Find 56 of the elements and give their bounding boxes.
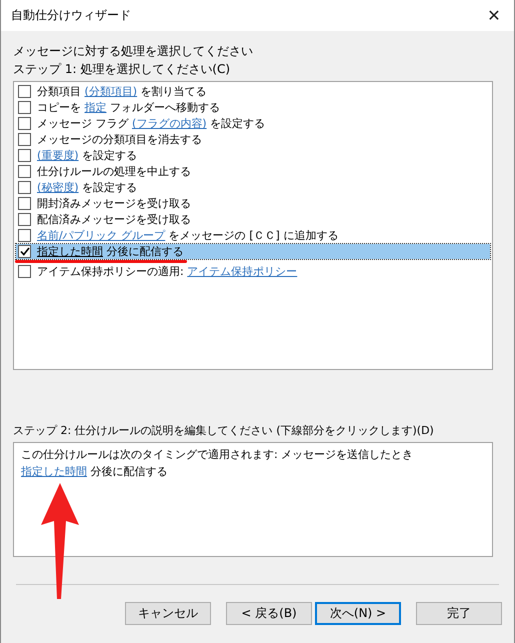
text-link[interactable]: 指定	[84, 101, 106, 114]
checkbox[interactable]	[18, 245, 31, 258]
window-title: 自動仕分けウィザード	[11, 7, 131, 24]
checkbox[interactable]	[18, 181, 31, 194]
step-label: ステップ 2: 仕分けルールの説明を編集してください (下線部分をクリックします)(D)	[13, 423, 435, 439]
dialog-button[interactable]: 次へ(N) >	[315, 602, 401, 625]
action-item[interactable]: (重要度) を設定する	[16, 148, 490, 163]
action-label: (秘密度) を設定する	[37, 180, 138, 195]
text-link[interactable]: (分類項目)	[84, 85, 138, 98]
action-label: メッセージ フラグ (フラグの内容) を設定する	[37, 116, 266, 131]
action-item[interactable]: 指定した時間 分後に配信する	[16, 244, 490, 259]
checkbox[interactable]	[18, 265, 31, 278]
checkbox[interactable]	[18, 101, 31, 114]
action-label: 開封済みメッセージを受け取る	[37, 196, 191, 211]
text-link[interactable]: (フラグの内容)	[132, 117, 207, 130]
action-item[interactable]: メッセージ フラグ (フラグの内容) を設定する	[16, 116, 490, 131]
checkbox[interactable]	[18, 197, 31, 210]
action-label: アイテム保持ポリシーの適用: アイテム保持ポリシー	[37, 264, 298, 279]
checkbox[interactable]	[18, 229, 31, 242]
action-label: メッセージの分類項目を消去する	[37, 132, 202, 147]
action-label: コピーを 指定 フォルダーへ移動する	[37, 100, 220, 115]
action-item[interactable]: 開封済みメッセージを受け取る	[16, 196, 490, 211]
checkbox[interactable]	[18, 133, 31, 146]
dialog-button[interactable]: キャンセル	[125, 602, 211, 625]
action-label: 仕分けルールの処理を中止する	[37, 164, 191, 179]
action-item[interactable]: 名前/パブリック グループ をメッセージの [ＣＣ] に追加する	[16, 228, 490, 243]
text-link[interactable]: アイテム保持ポリシー	[187, 265, 298, 278]
action-item[interactable]: (秘密度) を設定する	[16, 180, 490, 195]
action-item[interactable]: メッセージの分類項目を消去する	[16, 132, 490, 147]
checkbox[interactable]	[18, 213, 31, 226]
step-label: ステップ 1: 処理を選択してください(C)	[13, 61, 232, 78]
action-item[interactable]: アイテム保持ポリシーの適用: アイテム保持ポリシー	[16, 264, 490, 279]
text-link[interactable]: (秘密度)	[37, 181, 79, 194]
description-line: 指定した時間 分後に配信する	[21, 464, 168, 480]
action-item[interactable]: 配信済みメッセージを受け取る	[16, 212, 490, 227]
action-label: 配信済みメッセージを受け取る	[37, 212, 191, 227]
close-button[interactable]: ✕	[474, 6, 514, 25]
instruction-text: メッセージに対する処理を選択してください	[13, 43, 254, 60]
action-item[interactable]: コピーを 指定 フォルダーへ移動する	[16, 100, 490, 115]
text-link[interactable]: 指定した時間	[21, 465, 87, 478]
dialog-button[interactable]: < 戻る(B)	[226, 602, 312, 625]
text-link[interactable]: 名前/パブリック グループ	[37, 229, 166, 242]
action-item[interactable]: 分類項目 (分類項目) を割り当てる	[16, 84, 490, 99]
checkbox[interactable]	[18, 117, 31, 130]
action-label: 名前/パブリック グループ をメッセージの [ＣＣ] に追加する	[37, 228, 338, 243]
text-link[interactable]: 指定した時間	[37, 245, 103, 258]
checkbox[interactable]	[18, 149, 31, 162]
description-line: この仕分けルールは次のタイミングで適用されます: メッセージを送信したとき	[21, 447, 414, 463]
action-label: 指定した時間 分後に配信する	[37, 244, 184, 259]
checkbox[interactable]	[18, 165, 31, 178]
dialog-button[interactable]: 完了	[416, 602, 502, 625]
action-item[interactable]: 仕分けルールの処理を中止する	[16, 164, 490, 179]
action-label: 分類項目 (分類項目) を割り当てる	[37, 84, 207, 99]
action-label: (重要度) を設定する	[37, 148, 138, 163]
text-link[interactable]: (重要度)	[37, 149, 79, 162]
checkbox[interactable]	[18, 85, 31, 98]
